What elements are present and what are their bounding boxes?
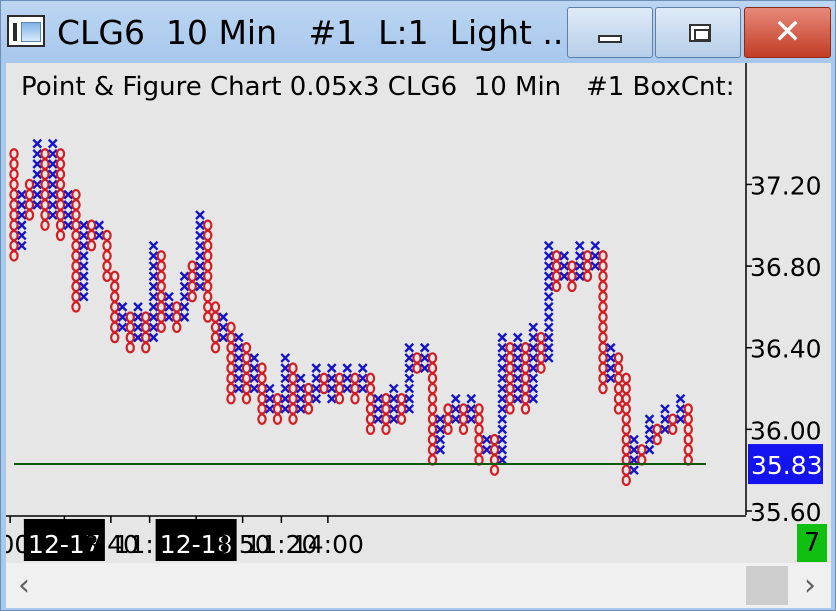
y-tick-label: 36.80 — [750, 253, 822, 282]
app-window: CLG6 10 Min #1 L:1 Light ... ✕ 37.20 36.8… — [0, 0, 836, 611]
minimize-button[interactable] — [567, 7, 653, 58]
close-button[interactable]: ✕ — [744, 7, 831, 58]
scroll-left-button[interactable]: ‹ — [6, 563, 42, 608]
pf-chart[interactable]: 37.2036.8036.4036.0035.6035.83:0012-178:… — [6, 63, 831, 563]
window-title: CLG6 10 Min #1 L:1 Light ... — [57, 13, 563, 52]
y-tick-label: 36.40 — [750, 335, 822, 364]
minimize-icon — [598, 35, 622, 43]
x-time-label: 14:00 — [292, 530, 364, 559]
chart-header: Point & Figure Chart 0.05x3 CLG6 10 Min … — [21, 72, 735, 102]
scroll-right-button[interactable]: › — [792, 563, 828, 608]
last-price-label: 35.83 — [751, 451, 823, 480]
title-bar[interactable]: CLG6 10 Min #1 L:1 Light ... ✕ — [1, 1, 835, 63]
close-icon: ✕ — [773, 12, 802, 52]
maximize-icon — [689, 24, 711, 42]
y-tick-label: 37.20 — [750, 171, 822, 200]
app-chart-icon — [7, 15, 45, 47]
maximize-button[interactable] — [655, 7, 741, 58]
horizontal-scrollbar[interactable]: ‹ › — [6, 563, 831, 608]
scroll-thumb[interactable] — [746, 566, 788, 605]
chart-client-area: 37.2036.8036.4036.0035.6035.83:0012-178:… — [6, 63, 831, 608]
box-count-badge: 7 — [797, 524, 827, 562]
y-tick-label: 36.00 — [750, 416, 822, 445]
y-tick-label: 35.60 — [750, 498, 822, 527]
